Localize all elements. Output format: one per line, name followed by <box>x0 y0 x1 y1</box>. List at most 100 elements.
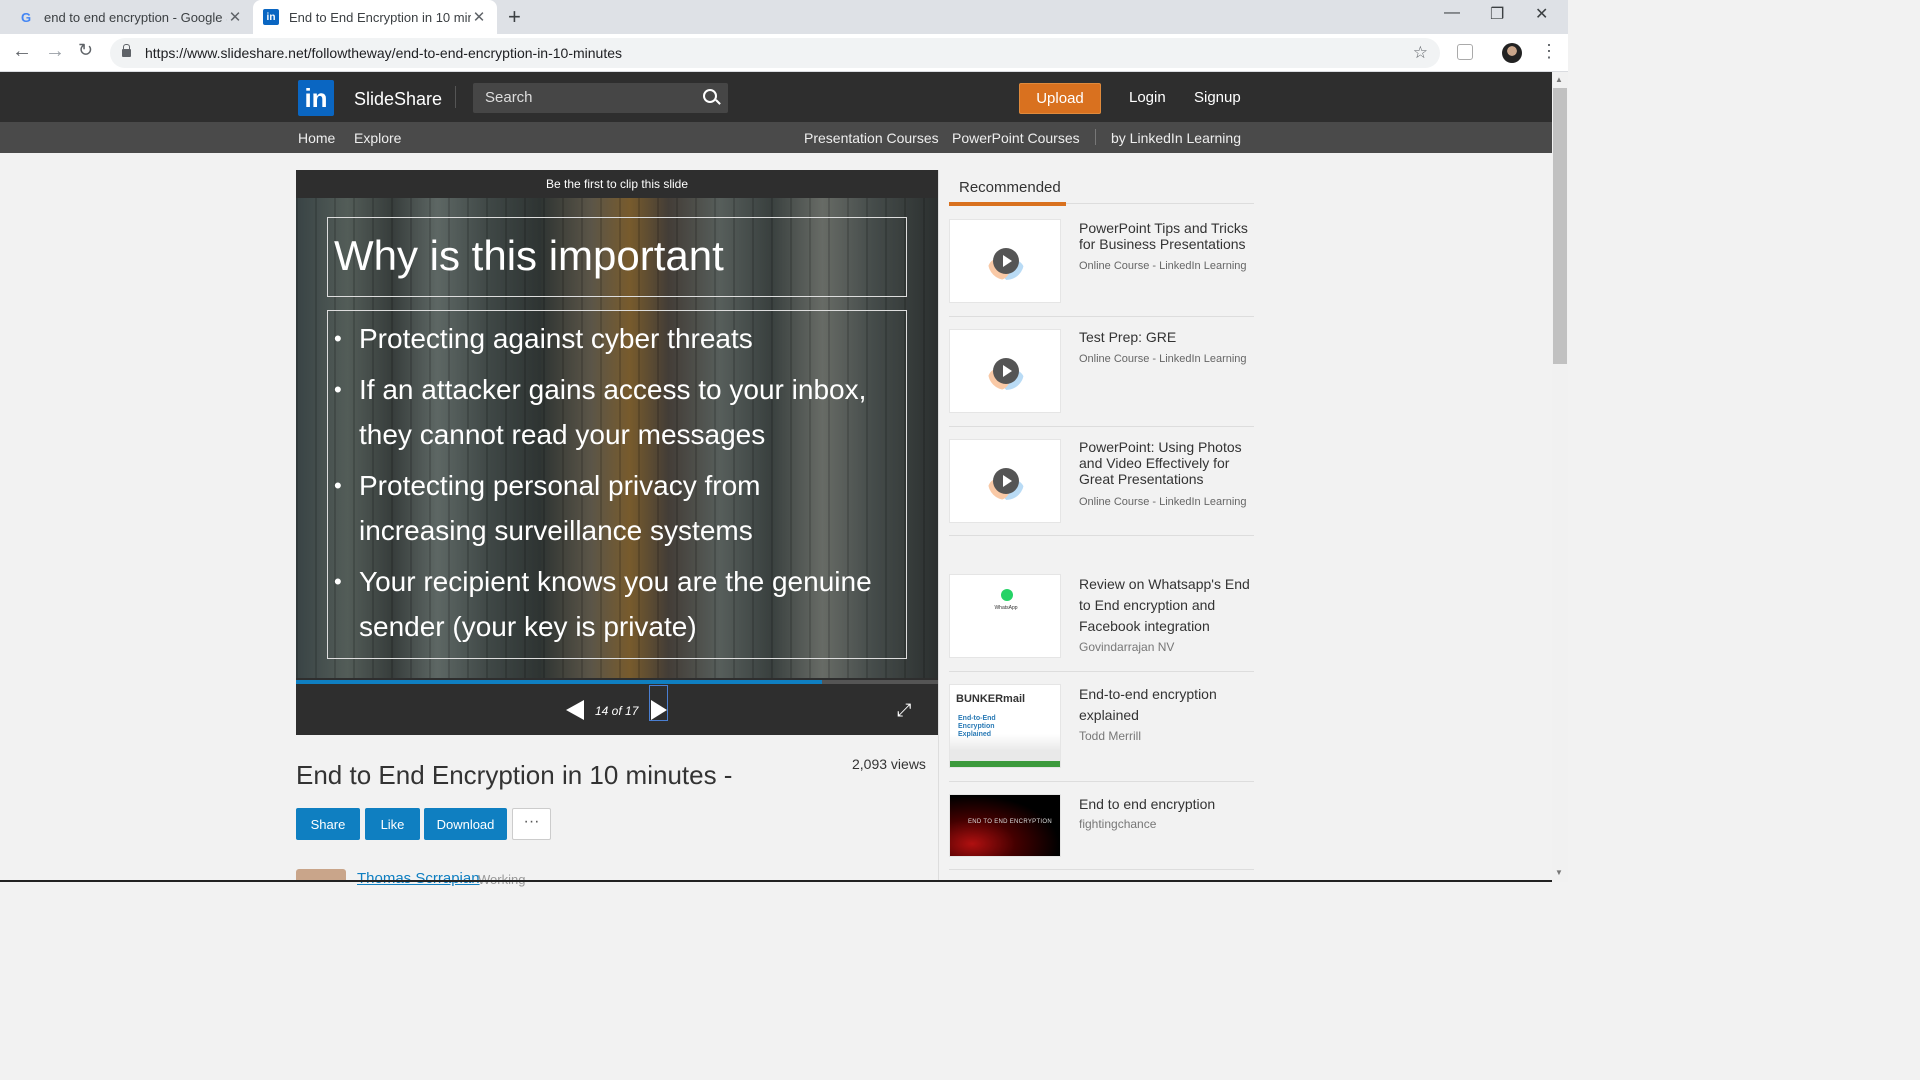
forward-icon[interactable]: → <box>45 40 65 63</box>
slide-title: Why is this important <box>334 232 724 279</box>
thumbnail-caption: End-to-End Encryption Explained <box>958 715 996 738</box>
course-thumbnail[interactable] <box>949 219 1061 303</box>
thumbnail-caption: END TO END ENCRYPTION <box>968 819 1052 825</box>
thumbnail-caption: WhatsApp <box>994 605 1018 611</box>
recommended-author[interactable]: fightingchance <box>1079 817 1156 831</box>
recommended-title[interactable]: PowerPoint: Using Photos and Video Effec… <box>1079 439 1254 487</box>
linkedin-icon: in <box>263 9 279 25</box>
tab-recommended[interactable]: Recommended <box>959 179 1061 196</box>
bullet-item: If an attacker gains access to your inbo… <box>334 367 894 457</box>
list-divider <box>949 426 1254 427</box>
slide-progress-fill <box>296 680 823 684</box>
bullet-item: Your recipient knows you are the genuine… <box>334 559 894 649</box>
upload-button[interactable]: Upload <box>1019 83 1101 114</box>
slideshow-thumbnail[interactable]: WhatsApp <box>949 574 1061 658</box>
scroll-up-icon[interactable]: ▲ <box>1555 75 1563 84</box>
close-icon[interactable]: ✕ <box>227 8 243 26</box>
download-button[interactable]: Download <box>424 808 507 840</box>
login-link[interactable]: Login <box>1129 89 1166 106</box>
url-field[interactable]: https://www.slideshare.net/followtheway/… <box>110 38 1440 68</box>
recommended-title[interactable]: End to end encryption <box>1079 794 1254 815</box>
play-icon <box>993 468 1019 494</box>
bullet-item: Protecting personal privacy from increas… <box>334 463 894 553</box>
tab-title: end to end encryption - Google S <box>44 9 227 25</box>
recommended-title[interactable]: End-to-end encryption explained <box>1079 684 1254 726</box>
browser-tab-google[interactable]: G end to end encryption - Google S ✕ <box>8 0 253 34</box>
nav-home[interactable]: Home <box>298 130 335 146</box>
play-icon <box>993 248 1019 274</box>
slide-image[interactable]: Why is this important Protecting against… <box>296 198 938 678</box>
nav-powerpoint-courses[interactable]: PowerPoint Courses <box>952 130 1080 146</box>
slide-bullets: Protecting against cyber threats If an a… <box>334 316 894 655</box>
list-divider <box>949 316 1254 317</box>
view-count: 2,093 views <box>852 756 926 772</box>
author-name-link[interactable]: Thomas Scrrapian <box>357 870 480 887</box>
google-icon: G <box>20 9 32 25</box>
nav-explore[interactable]: Explore <box>354 130 401 146</box>
share-button[interactable]: Share <box>296 808 360 840</box>
sub-navigation <box>0 122 1552 153</box>
extension-icon[interactable] <box>1457 44 1473 60</box>
recommended-author[interactable]: Govindarrajan NV <box>1079 640 1174 654</box>
browser-tab-slideshare[interactable]: in End to End Encryption in 10 minu ✕ <box>253 0 497 34</box>
scroll-down-icon[interactable]: ▼ <box>1555 868 1563 877</box>
like-button[interactable]: Like <box>365 808 420 840</box>
play-icon <box>993 358 1019 384</box>
recommended-title[interactable]: Review on Whatsapp's End to End encrypti… <box>1079 574 1254 637</box>
address-bar: ← → ↻ https://www.slideshare.net/followt… <box>0 34 1568 72</box>
slide-progress-bar[interactable] <box>296 680 938 684</box>
list-divider <box>949 869 1254 870</box>
bookmark-star-icon[interactable]: ☆ <box>1413 43 1428 63</box>
slide-counter: 14 of 17 <box>595 704 639 718</box>
reload-icon[interactable]: ↻ <box>78 40 93 61</box>
tab-title: End to End Encryption in 10 minu <box>289 9 471 25</box>
course-thumbnail[interactable] <box>949 329 1061 413</box>
subnav-divider <box>1095 129 1096 145</box>
slideshow-thumbnail[interactable]: END TO END ENCRYPTION <box>949 794 1061 857</box>
new-tab-icon[interactable]: + <box>508 4 521 30</box>
close-icon[interactable]: ✕ <box>471 8 487 26</box>
scrollbar-thumb[interactable] <box>1553 88 1567 364</box>
header-divider <box>455 86 456 108</box>
list-divider <box>949 781 1254 782</box>
url-text: https://www.slideshare.net/followtheway/… <box>145 45 623 61</box>
site-header <box>0 72 1552 122</box>
nav-presentation-courses[interactable]: Presentation Courses <box>804 130 939 146</box>
linkedin-logo[interactable]: in <box>298 80 334 116</box>
back-icon[interactable]: ← <box>12 40 32 63</box>
bullet-item: Protecting against cyber threats <box>334 316 894 361</box>
recommended-meta: Online Course - LinkedIn Learning <box>1079 260 1247 272</box>
browser-menu-icon[interactable]: ⋮ <box>1540 41 1558 62</box>
maximize-icon[interactable]: ❐ <box>1490 4 1504 24</box>
previous-slide-icon[interactable] <box>566 700 584 720</box>
bunkermail-logo: BUNKERmail <box>956 693 1026 705</box>
recommended-author[interactable]: Todd Merrill <box>1079 729 1141 743</box>
recommended-meta: Online Course - LinkedIn Learning <box>1079 353 1247 365</box>
next-slide-icon[interactable] <box>651 700 667 720</box>
sidebar-divider <box>938 170 939 882</box>
page-bottom-edge <box>0 880 1552 882</box>
nav-linkedin-learning[interactable]: by LinkedIn Learning <box>1111 130 1241 146</box>
thumbnail-bar <box>950 761 1060 767</box>
list-divider <box>949 535 1254 536</box>
recommended-title[interactable]: Test Prep: GRE <box>1079 329 1254 345</box>
profile-avatar[interactable] <box>1502 43 1522 63</box>
course-thumbnail[interactable] <box>949 439 1061 523</box>
whatsapp-icon <box>1001 589 1013 601</box>
tab-active-indicator <box>949 202 1066 206</box>
lock-icon <box>122 44 131 57</box>
clip-prompt[interactable]: Be the first to clip this slide <box>296 170 938 198</box>
minimize-icon[interactable]: — <box>1444 4 1460 22</box>
list-divider <box>949 671 1254 672</box>
more-options-button[interactable]: ··· <box>512 808 551 840</box>
slideshow-thumbnail[interactable]: BUNKERmail End-to-End Encryption Explain… <box>949 684 1061 768</box>
recommended-meta: Online Course - LinkedIn Learning <box>1079 496 1247 508</box>
slideshare-brand[interactable]: SlideShare <box>354 89 442 110</box>
search-icon[interactable] <box>703 89 717 103</box>
presentation-title: End to End Encryption in 10 minutes - <box>296 760 733 790</box>
recommended-title[interactable]: PowerPoint Tips and Tricks for Business … <box>1079 220 1254 252</box>
search-input[interactable]: Search <box>473 83 728 113</box>
window-close-icon[interactable]: ✕ <box>1535 4 1548 24</box>
fullscreen-icon[interactable]: ⤢ <box>897 700 911 721</box>
signup-link[interactable]: Signup <box>1194 89 1241 106</box>
